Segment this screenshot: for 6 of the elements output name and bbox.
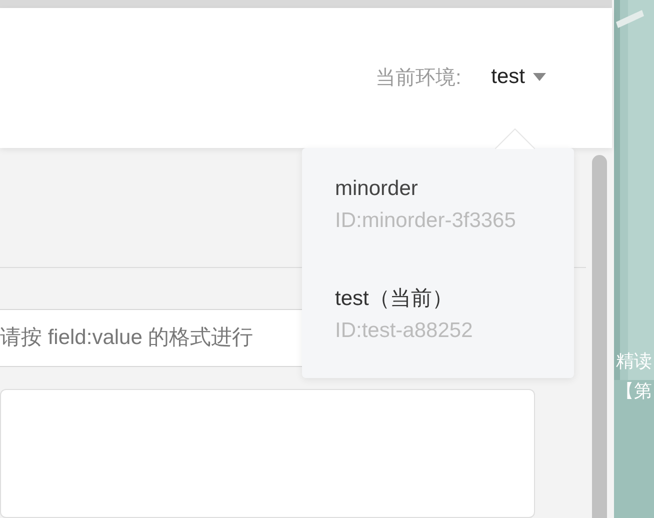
- background-text: 精读: [616, 350, 652, 373]
- environment-name: test（当前）: [335, 286, 453, 312]
- environment-id: ID:minorder-3f3365: [335, 208, 516, 234]
- background-text: 【第: [616, 380, 652, 403]
- environment-label: 当前环境:: [376, 66, 462, 90]
- environment-name: minorder: [335, 176, 418, 202]
